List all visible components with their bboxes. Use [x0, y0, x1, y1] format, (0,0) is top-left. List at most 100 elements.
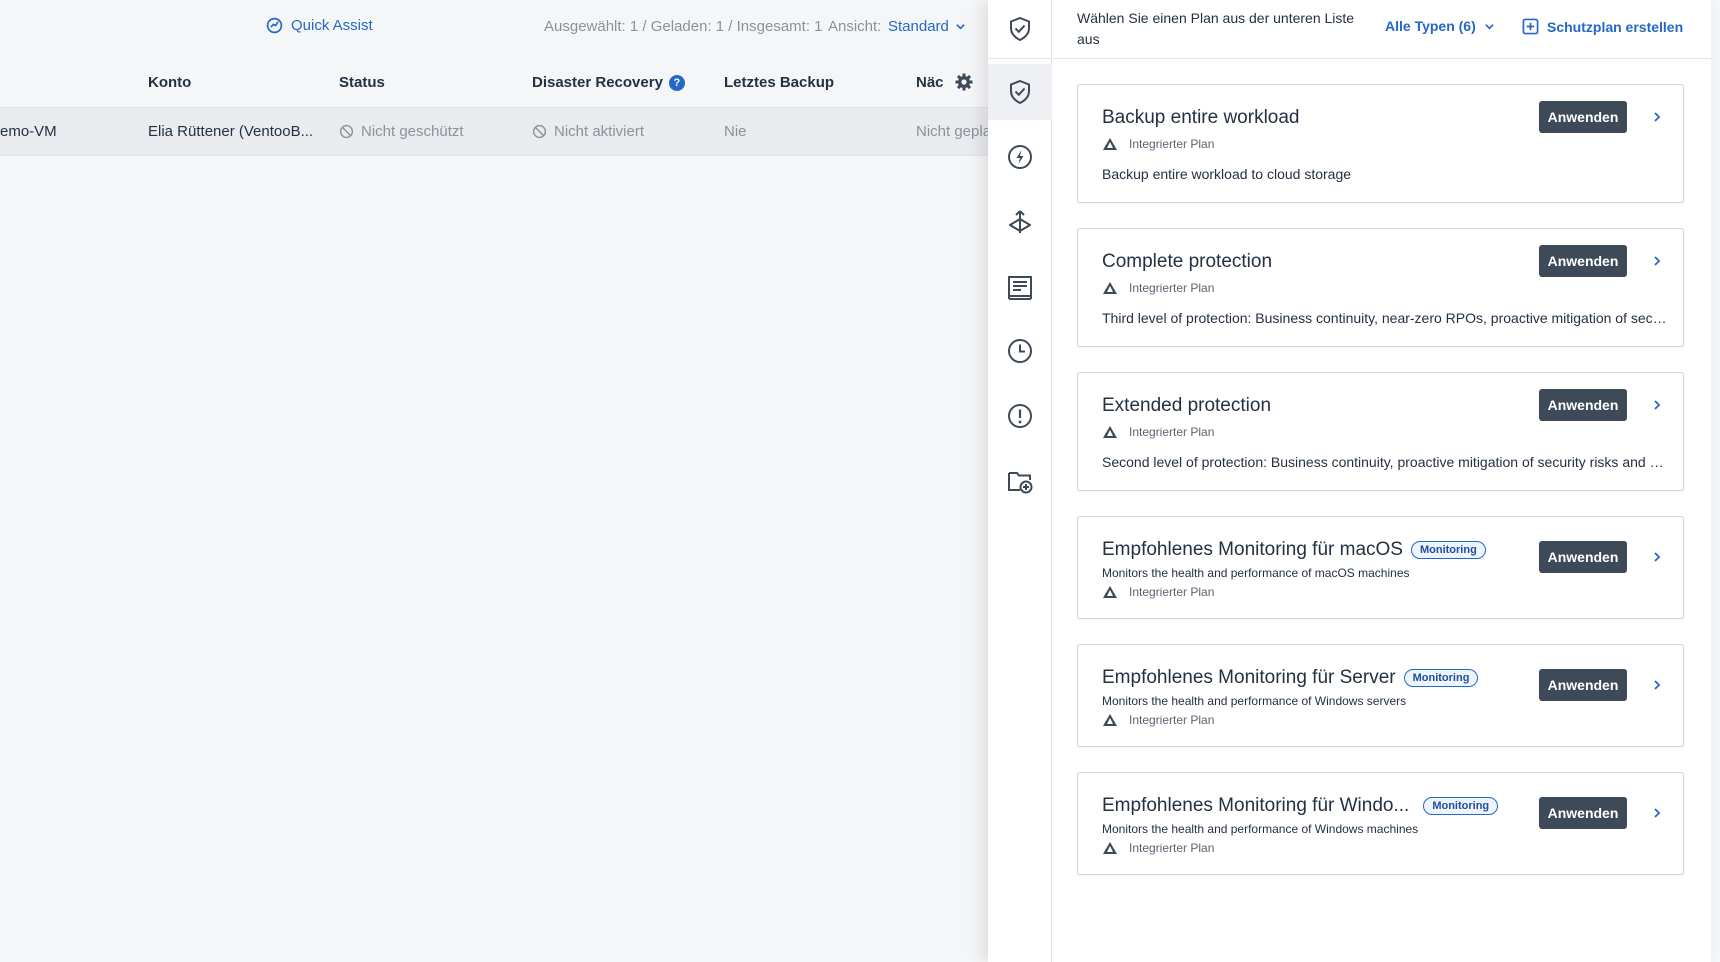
lightning-icon [1008, 145, 1032, 169]
plan-card[interactable]: Complete protection Integrierter Plan Th… [1077, 228, 1684, 347]
column-header-status[interactable]: Status [339, 74, 385, 91]
plan-meta-text: Integrierter Plan [1129, 585, 1215, 599]
plan-card[interactable]: Backup entire workload Integrierter Plan… [1077, 84, 1684, 203]
plan-title-row: Empfohlenes Monitoring für Server Monito… [1102, 667, 1479, 689]
column-header-account[interactable]: Konto [148, 74, 191, 91]
builtin-plan-icon [1103, 586, 1117, 598]
table-header: Konto Status Disaster Recovery? Letztes … [0, 54, 988, 108]
plan-meta: Integrierter Plan [1102, 585, 1214, 599]
help-icon[interactable]: ? [668, 75, 685, 91]
create-plan-button[interactable]: Schutzplan erstellen [1522, 18, 1683, 35]
chevron-right-icon[interactable] [1651, 255, 1663, 267]
plan-meta: Integrierter Plan [1102, 137, 1214, 151]
chevron-right-icon[interactable] [1651, 551, 1663, 563]
apply-button[interactable]: Anwenden [1539, 541, 1627, 573]
row-status-text: Nicht geschützt [361, 123, 464, 140]
apply-button[interactable]: Anwenden [1539, 245, 1627, 277]
builtin-plan-icon [1103, 426, 1117, 438]
column-header-disaster-recovery[interactable]: Disaster Recovery? [532, 74, 685, 91]
not-protected-icon [339, 124, 354, 139]
chevron-right-icon[interactable] [1651, 111, 1663, 123]
rail-history[interactable] [988, 323, 1052, 379]
row-next-backup: Nicht gepla [916, 123, 988, 140]
shield-check-icon [1010, 79, 1030, 105]
rail-alerts[interactable] [988, 388, 1052, 444]
not-activated-icon [532, 124, 547, 139]
row-account: Elia Rüttener (VentooB... [148, 123, 314, 140]
panel-header: Wählen Sie einen Plan aus der unteren Li… [1053, 0, 1711, 59]
apply-button[interactable]: Anwenden [1539, 669, 1627, 701]
column-header-last-backup[interactable]: Letztes Backup [724, 74, 834, 91]
chevron-right-icon[interactable] [1651, 807, 1663, 819]
types-filter-label: Alle Typen (6) [1385, 18, 1476, 34]
plan-title: Empfohlenes Monitoring für Server [1102, 667, 1396, 688]
plan-title: Backup entire workload [1102, 107, 1300, 128]
plan-title: Empfohlenes Monitoring für macOS [1102, 539, 1403, 560]
monitoring-badge: Monitoring [1423, 797, 1499, 815]
column-header-next-backup[interactable]: Näc [916, 74, 944, 91]
apply-button[interactable]: Anwenden [1539, 797, 1627, 829]
alert-icon [1008, 404, 1032, 428]
plan-title: Extended protection [1102, 395, 1272, 416]
monitoring-badge: Monitoring [1410, 541, 1486, 559]
rail-activities[interactable] [988, 129, 1052, 185]
quick-assist-label: Quick Assist [291, 17, 373, 34]
plan-subtitle: Monitors the health and performance of W… [1102, 694, 1407, 708]
builtin-plan-icon [1103, 842, 1117, 854]
rail-protection[interactable] [988, 64, 1052, 120]
shield-check-icon [1009, 16, 1030, 42]
monitoring-badge: Monitoring [1403, 669, 1479, 687]
chevron-down-icon [1485, 23, 1494, 30]
plan-card[interactable]: Empfohlenes Monitoring für Windo... Moni… [1077, 772, 1684, 875]
builtin-plan-icon [1103, 282, 1117, 294]
plan-hint: Wählen Sie einen Plan aus der unteren Li… [1077, 10, 1355, 47]
apply-button[interactable]: Anwenden [1539, 389, 1627, 421]
plan-title-row: Empfohlenes Monitoring für macOS Monitor… [1102, 539, 1486, 561]
rail-header [988, 0, 1051, 59]
rail-reports[interactable] [988, 259, 1052, 315]
plan-meta: Integrierter Plan [1102, 713, 1214, 727]
rail-add-group[interactable] [988, 453, 1052, 509]
drawer-icon-rail [988, 0, 1052, 962]
plan-meta-text: Integrierter Plan [1129, 137, 1215, 151]
plan-meta-text: Integrierter Plan [1129, 425, 1215, 439]
builtin-plan-icon [1103, 138, 1117, 150]
plan-meta: Integrierter Plan [1102, 281, 1214, 295]
quick-assist-icon [266, 17, 283, 34]
table-row[interactable]: emo-VM Elia Rüttener (VentooB... Nicht g… [0, 108, 988, 156]
row-dr-text: Nicht aktiviert [554, 123, 645, 140]
plan-card[interactable]: Extended protection Integrierter Plan Se… [1077, 372, 1684, 491]
view-value: Standard [888, 18, 949, 35]
view-dropdown[interactable]: Standard [888, 18, 966, 35]
row-last-backup: Nie [724, 123, 747, 140]
clock-icon [1008, 339, 1032, 363]
chevron-right-icon[interactable] [1651, 679, 1663, 691]
plus-square-icon [1522, 18, 1539, 35]
builtin-plan-icon [1103, 714, 1117, 726]
plan-subtitle: Monitors the health and performance of W… [1102, 822, 1419, 836]
chevron-right-icon[interactable] [1651, 399, 1663, 411]
plan-meta: Integrierter Plan [1102, 841, 1214, 855]
column-header-dr-label: Disaster Recovery [532, 74, 663, 91]
workload-list: Quick Assist Ausgewählt: 1 / Geladen: 1 … [0, 0, 988, 962]
plan-description: Backup entire workload to cloud storage [1102, 166, 1352, 182]
plan-description: Second level of protection: Business con… [1102, 454, 1668, 470]
report-icon [1008, 276, 1032, 300]
plan-meta-text: Integrierter Plan [1129, 281, 1215, 295]
row-disaster-recovery: Nicht aktiviert [532, 123, 644, 140]
plan-card[interactable]: Empfohlenes Monitoring für Server Monito… [1077, 644, 1684, 747]
plan-card[interactable]: Empfohlenes Monitoring für macOS Monitor… [1077, 516, 1684, 619]
rail-replication[interactable] [988, 194, 1052, 250]
plan-list-panel: Wählen Sie einen Plan aus der unteren Li… [1053, 0, 1711, 962]
gear-icon[interactable] [954, 72, 974, 92]
plan-title-row: Empfohlenes Monitoring für Windo... Moni… [1102, 795, 1499, 817]
protection-plan-drawer: Wählen Sie einen Plan aus der unteren Li… [988, 0, 1711, 962]
create-plan-label: Schutzplan erstellen [1547, 18, 1684, 35]
types-filter-dropdown[interactable]: Alle Typen (6) [1385, 18, 1495, 34]
plan-subtitle: Monitors the health and performance of m… [1102, 566, 1410, 580]
apply-button[interactable]: Anwenden [1539, 101, 1627, 133]
row-status: Nicht geschützt [339, 123, 464, 140]
quick-assist-link[interactable]: Quick Assist [266, 17, 373, 34]
plan-title: Empfohlenes Monitoring für Windo... [1102, 795, 1410, 816]
plan-meta-text: Integrierter Plan [1129, 841, 1215, 855]
